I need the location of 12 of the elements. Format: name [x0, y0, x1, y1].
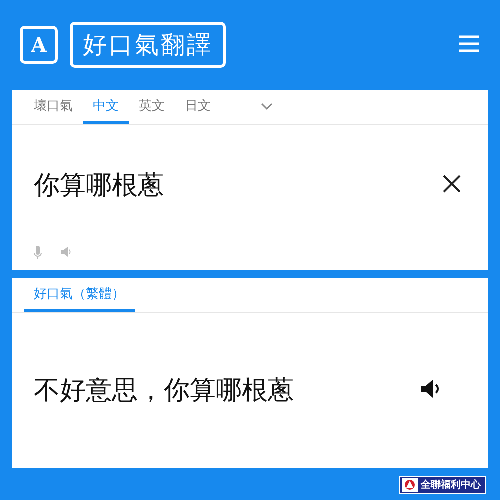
- language-tab[interactable]: 好口氣（繁體）: [24, 278, 135, 312]
- language-tab[interactable]: 壞口氣: [24, 90, 83, 124]
- menu-icon[interactable]: [458, 34, 480, 56]
- language-tab[interactable]: 日文: [175, 90, 221, 124]
- translation-text: 不好意思，你算哪根蔥: [34, 375, 295, 408]
- language-tab[interactable]: 英文: [129, 90, 175, 124]
- input-text[interactable]: 你算哪根蔥: [34, 168, 438, 203]
- logo-letter: A: [20, 26, 58, 64]
- brand-name: 全聯福利中心: [421, 478, 481, 492]
- language-tab[interactable]: 中文: [83, 90, 129, 124]
- microphone-icon[interactable]: [34, 246, 42, 260]
- app-title: 好口氣翻譯: [70, 22, 226, 68]
